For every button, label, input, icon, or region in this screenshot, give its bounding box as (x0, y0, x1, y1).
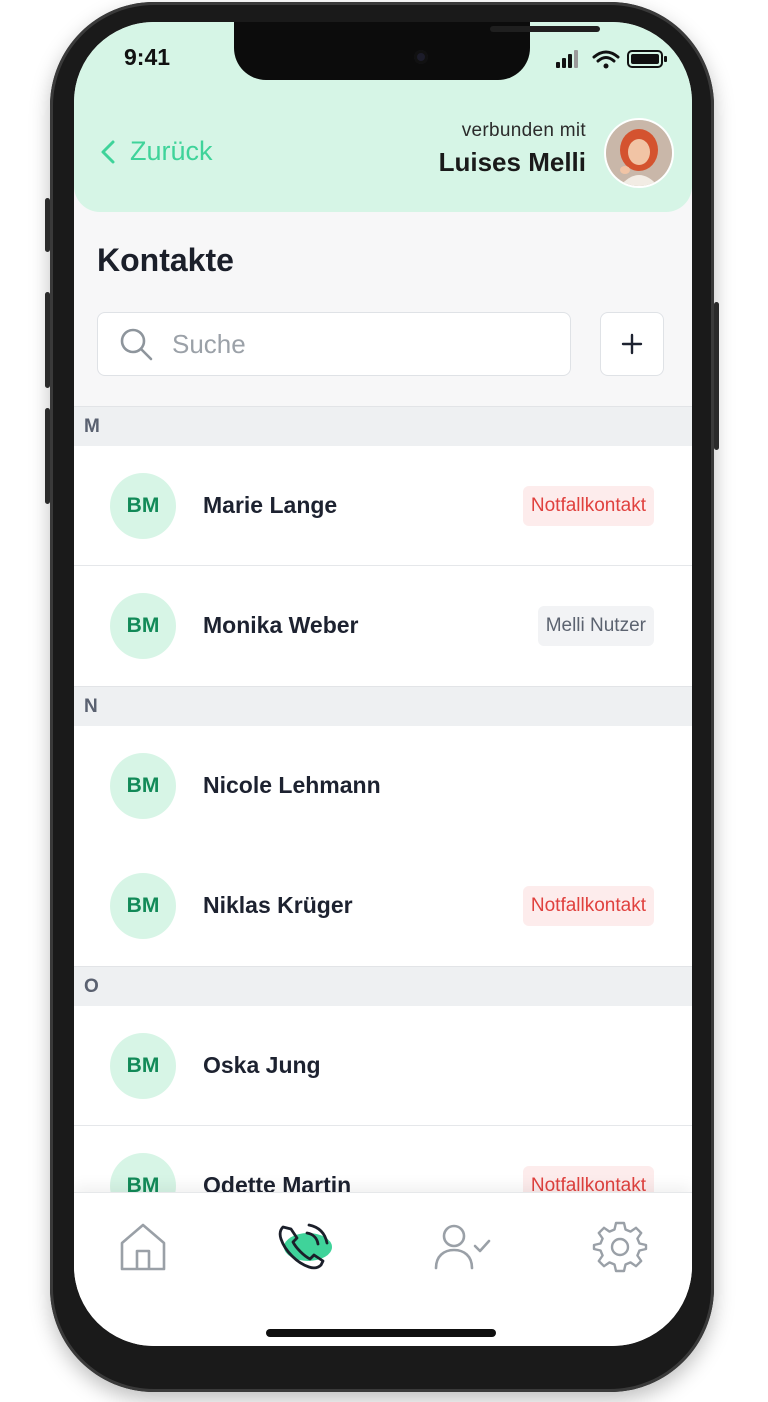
gear-icon (592, 1221, 648, 1273)
contact-avatar: BM (110, 873, 176, 939)
emergency-badge: Notfallkontakt (522, 886, 654, 926)
connected-info: verbunden mit Luises Melli (439, 120, 586, 178)
contact-list: M BM Marie Lange Notfallkontakt BM Monik… (74, 406, 692, 1246)
search-field[interactable] (97, 312, 571, 376)
status-time: 9:41 (124, 44, 171, 70)
contact-row[interactable]: BM Monika Weber Melli Nutzer (74, 566, 692, 686)
wifi-icon (592, 50, 620, 69)
contact-row[interactable]: BM Oska Jung (74, 1006, 692, 1126)
emergency-badge: Notfallkontakt (522, 486, 654, 526)
tab-calls[interactable] (273, 1217, 337, 1277)
connected-name: Luises Melli (438, 147, 586, 177)
battery-icon (627, 50, 667, 68)
contact-avatar: BM (110, 1033, 176, 1099)
app-screen: 9:41 Zurück verbunden mit Luises Melli K… (74, 22, 692, 1346)
connected-label: verbunden mit (461, 120, 586, 141)
add-contact-button[interactable] (600, 312, 664, 376)
home-indicator (266, 1329, 496, 1337)
connection-header: 9:41 Zurück verbunden mit Luises Melli (74, 22, 692, 212)
tab-settings[interactable] (590, 1217, 650, 1277)
notch (234, 22, 600, 80)
section-header-n: N (74, 686, 692, 726)
plus-icon (621, 333, 643, 355)
contact-name: Monika Weber (203, 612, 359, 638)
chevron-left-icon (101, 140, 115, 163)
signal-icon (556, 50, 578, 68)
phone-icon (278, 1223, 332, 1270)
user-badge: Melli Nutzer (537, 606, 654, 646)
home-icon (120, 1223, 166, 1271)
contact-row[interactable]: BM Nicole Lehmann (74, 726, 692, 846)
contact-avatar: BM (110, 473, 176, 539)
tab-contacts[interactable] (432, 1217, 492, 1277)
contact-row[interactable]: BM Marie Lange Notfallkontakt (74, 446, 692, 566)
search-input[interactable] (170, 327, 514, 361)
search-icon (118, 326, 154, 362)
user-check-icon (434, 1224, 491, 1270)
page-title: Kontakte (97, 242, 234, 278)
contact-name: Nicole Lehmann (203, 772, 381, 798)
contact-name: Oska Jung (203, 1052, 321, 1078)
back-button[interactable]: Zurück (100, 136, 213, 167)
contact-row[interactable]: BM Niklas Krüger Notfallkontakt (74, 846, 692, 966)
section-header-o: O (74, 966, 692, 1006)
contact-avatar: BM (110, 593, 176, 659)
tab-home[interactable] (113, 1217, 173, 1277)
avatar[interactable] (606, 120, 672, 186)
contact-avatar: BM (110, 753, 176, 819)
section-header-m: M (74, 406, 692, 446)
camera-icon (414, 50, 428, 64)
contact-name: Niklas Krüger (203, 892, 353, 918)
contact-name: Marie Lange (203, 492, 338, 518)
back-label: Zurück (130, 136, 213, 166)
status-icons (556, 50, 667, 69)
tab-bar (74, 1192, 692, 1346)
